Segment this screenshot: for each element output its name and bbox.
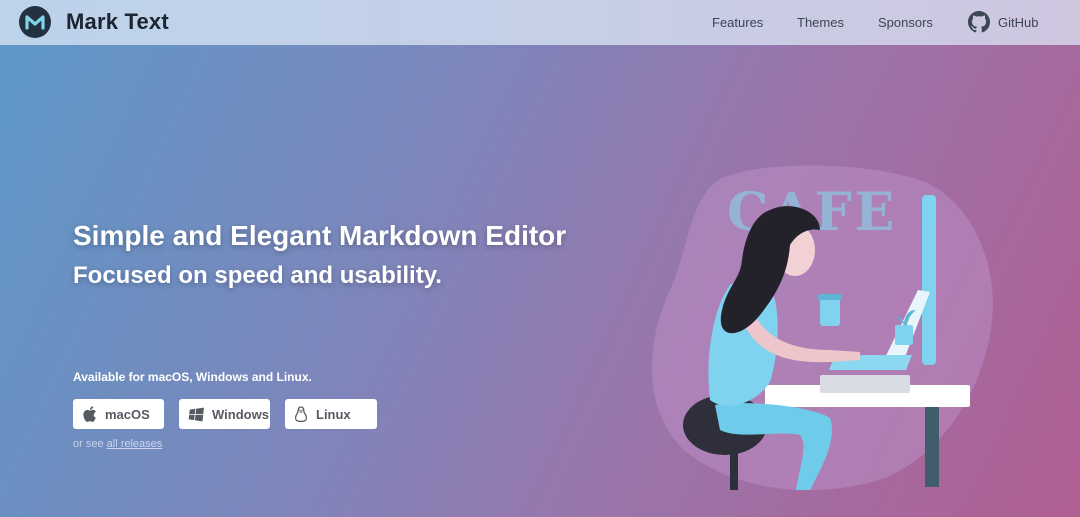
download-windows-button[interactable]: Windows [179,399,270,429]
availability-text: Available for macOS, Windows and Linux. [73,370,312,384]
apple-icon [83,406,96,422]
github-icon[interactable] [968,11,990,33]
brand-name[interactable]: Mark Text [66,9,169,35]
hero-subtitle: Focused on speed and usability. [73,262,442,289]
nav-sponsors-link[interactable]: Sponsors [878,15,933,30]
linux-penguin-icon [294,405,308,422]
download-linux-button[interactable]: Linux [285,399,377,429]
hero-title: Simple and Elegant Markdown Editor [73,220,567,251]
nav-features-link[interactable]: Features [712,15,763,30]
windows-button-label: Windows [212,406,269,422]
nav-github-link[interactable]: GitHub [998,15,1038,30]
mark-text-logo-icon[interactable] [19,6,51,38]
nav-themes-link[interactable]: Themes [797,15,844,30]
top-navbar: Mark Text Features Themes Sponsors GitHu… [0,0,1080,45]
windows-icon [188,407,204,421]
all-releases-link[interactable]: all releases [107,438,163,450]
download-macos-button[interactable]: macOS [73,399,164,429]
linux-button-label: Linux [316,406,351,422]
all-releases-hint: or see all releases [73,438,162,450]
macos-button-label: macOS [105,406,150,422]
woman-at-cafe-illustration: CAFE [651,165,993,491]
or-see-text: or see [73,438,104,450]
